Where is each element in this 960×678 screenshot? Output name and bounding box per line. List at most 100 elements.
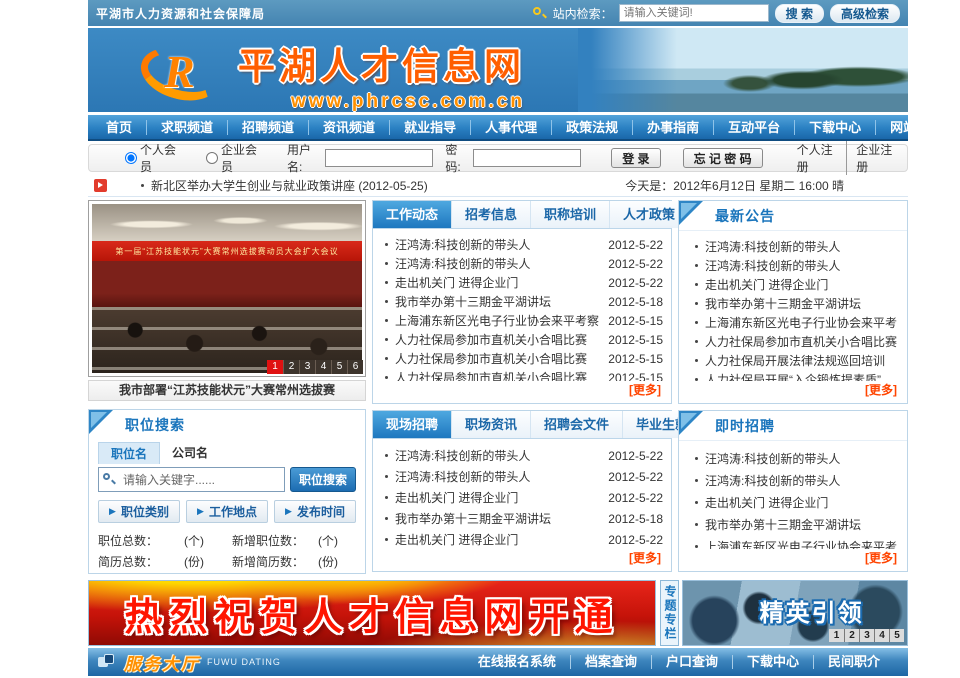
news-item[interactable]: 人力社保局参加市直机关小合唱比赛 2012-5-15 — [381, 349, 663, 368]
tab-job-name[interactable]: 职位名 — [98, 442, 160, 464]
filter-button[interactable]: ▶ 发布时间 — [274, 500, 356, 523]
bullet-icon — [385, 338, 388, 341]
news-item[interactable]: 人力社保局参加市直机关小合唱比赛 2012-5-15 — [381, 368, 663, 381]
tab-exam-info[interactable]: 招考信息 — [452, 201, 531, 228]
service-hall-icon — [98, 654, 116, 670]
notice-item[interactable]: 汪鸿涛:科技创新的带头人 — [687, 256, 899, 275]
news-item[interactable]: 走出机关门 进得企业门 2012-5-22 — [381, 273, 663, 292]
nav-item[interactable]: 办事指南 — [632, 120, 713, 135]
keyword-input[interactable] — [121, 472, 280, 488]
news-item[interactable]: 汪鸿涛:科技创新的带头人 2012-5-22 — [381, 445, 663, 466]
footer-link[interactable]: 民间职介 — [813, 655, 894, 669]
nav-item[interactable]: 人事代理 — [470, 120, 551, 135]
more-link[interactable]: [更多] — [373, 381, 671, 403]
footer-link[interactable]: 户口查询 — [651, 655, 732, 669]
recruit-item[interactable]: 汪鸿涛:科技创新的带头人 — [687, 447, 899, 469]
tab-title-training[interactable]: 职称培训 — [531, 201, 610, 228]
news-item[interactable]: 走出机关门 进得企业门 2012-5-22 — [381, 487, 663, 508]
news-item[interactable]: 人力社保局参加市直机关小合唱比赛 2012-5-15 — [381, 330, 663, 349]
recruit-item[interactable]: 上海浦东新区光电子行业协会来平考 — [687, 535, 899, 549]
nav-item[interactable]: 资讯频道 — [308, 120, 389, 135]
photo-caption-link[interactable]: 我市部署“江苏技能状元”大赛常州选拔赛 — [88, 380, 366, 401]
notice-item[interactable]: 我市举办第十三期金平湖讲坛 — [687, 294, 899, 313]
personal-register-link[interactable]: 个人注册 — [797, 141, 838, 175]
filter-button[interactable]: ▶ 工作地点 — [186, 500, 268, 523]
news-item[interactable]: 上海浦东新区光电子行业协会来平考察 2012-5-15 — [381, 311, 663, 330]
banner-page-button[interactable]: 1 — [829, 629, 844, 642]
recruit-item[interactable]: 我市举办第十三期金平湖讲坛 — [687, 513, 899, 535]
elite-banner[interactable]: 精英引领 12345 — [682, 580, 908, 646]
photo-slideshow[interactable]: 第一届“江苏技能状元”大赛常州选拔赛动员大会扩大会议 123456 — [88, 200, 366, 377]
forgot-password-button[interactable]: 忘 记 密 码 — [683, 148, 763, 168]
advanced-search-button[interactable]: 高级检索 — [830, 4, 900, 23]
notice-item[interactable]: 人力社保局参加市直机关小合唱比赛 — [687, 332, 899, 351]
job-search-button[interactable]: 职位搜索 — [290, 467, 356, 492]
corner-ribbon-icon — [89, 410, 113, 434]
site-search-input[interactable] — [619, 4, 769, 22]
member-type-company[interactable]: 企业会员 — [206, 141, 261, 175]
nav-item[interactable]: 求职频道 — [146, 120, 227, 135]
photo-page-button[interactable]: 3 — [299, 360, 315, 374]
recruit-item[interactable]: 走出机关门 进得企业门 — [687, 491, 899, 513]
banner-page-button[interactable]: 5 — [889, 629, 904, 642]
more-link[interactable]: [更多] — [679, 549, 907, 571]
more-link[interactable]: [更多] — [373, 549, 671, 571]
personal-member-radio[interactable] — [125, 152, 137, 164]
photo-banner-text: 第一届“江苏技能状元”大赛常州选拔赛动员大会扩大会议 — [92, 241, 362, 261]
photo-page-button[interactable]: 4 — [315, 360, 331, 374]
main-nav: 首页求职频道招聘频道资讯频道就业指导人事代理政策法规办事指南互动平台下载中心网站… — [88, 115, 908, 141]
footer-link[interactable]: 在线报名系统 — [464, 655, 570, 669]
company-member-radio[interactable] — [206, 152, 218, 164]
notice-title: 最新公告 — [715, 208, 775, 224]
bullet-icon — [695, 457, 698, 460]
notice-item[interactable]: 走出机关门 进得企业门 — [687, 275, 899, 294]
filter-label: 工作地点 — [209, 503, 257, 520]
login-button[interactable]: 登 录 — [611, 148, 660, 168]
tab-live-recruit[interactable]: 现场招聘 — [373, 411, 452, 438]
ticker-news-link[interactable]: 新北区举办大学生创业与就业政策讲座 (2012-05-25) — [151, 177, 428, 194]
news-item[interactable]: 我市举办第十三期金平湖讲坛 2012-5-18 — [381, 508, 663, 529]
tab-career-info[interactable]: 职场资讯 — [452, 411, 531, 438]
username-input[interactable] — [325, 149, 433, 167]
filter-label: 发布时间 — [297, 503, 345, 520]
nav-item[interactable]: 网站地图 — [875, 120, 956, 135]
nav-item[interactable]: 下载中心 — [794, 120, 875, 135]
banner-page-button[interactable]: 3 — [859, 629, 874, 642]
tab-fair-files[interactable]: 招聘会文件 — [531, 411, 623, 438]
photo-page-button[interactable]: 5 — [331, 360, 347, 374]
photo-page-button[interactable]: 2 — [283, 360, 299, 374]
nav-item[interactable]: 就业指导 — [389, 120, 470, 135]
bullet-icon — [695, 479, 698, 482]
photo-page-button[interactable]: 1 — [267, 360, 283, 374]
footer-link[interactable]: 档案查询 — [570, 655, 651, 669]
notice-item[interactable]: 汪鸿涛:科技创新的带头人 — [687, 237, 899, 256]
news-item[interactable]: 汪鸿涛:科技创新的带头人 2012-5-22 — [381, 466, 663, 487]
footer-link[interactable]: 下载中心 — [732, 655, 813, 669]
service-hall-title: 服务大厅 — [124, 650, 200, 675]
tab-work-news[interactable]: 工作动态 — [373, 201, 452, 228]
filter-button[interactable]: ▶ 职位类别 — [98, 500, 180, 523]
news-item[interactable]: 汪鸿涛:科技创新的带头人 2012-5-22 — [381, 235, 663, 254]
more-link[interactable]: [更多] — [679, 381, 907, 403]
tab-company-name[interactable]: 公司名 — [160, 442, 220, 464]
news-item[interactable]: 走出机关门 进得企业门 2012-5-22 — [381, 529, 663, 549]
banner-page-button[interactable]: 2 — [844, 629, 859, 642]
photo-page-button[interactable]: 6 — [347, 360, 363, 374]
news-item[interactable]: 我市举办第十三期金平湖讲坛 2012-5-18 — [381, 292, 663, 311]
nav-item[interactable]: 首页 — [92, 120, 146, 135]
search-button[interactable]: 搜 索 — [775, 4, 824, 23]
member-type-personal[interactable]: 个人会员 — [125, 141, 180, 175]
nav-item[interactable]: 招聘频道 — [227, 120, 308, 135]
nav-item[interactable]: 互动平台 — [713, 120, 794, 135]
news-item[interactable]: 汪鸿涛:科技创新的带头人 2012-5-22 — [381, 254, 663, 273]
notice-item[interactable]: 上海浦东新区光电子行业协会来平考 — [687, 313, 899, 332]
nav-item[interactable]: 政策法规 — [551, 120, 632, 135]
instant-recruit-panel: 即时招聘 汪鸿涛:科技创新的带头人 汪鸿涛:科技创新的带头人 走出机关门 进得企… — [678, 410, 908, 572]
recruit-item[interactable]: 汪鸿涛:科技创新的带头人 — [687, 469, 899, 491]
celebration-banner[interactable]: 热烈祝贺人才信息网开通 — [88, 580, 656, 646]
banner-page-button[interactable]: 4 — [874, 629, 889, 642]
notice-item[interactable]: 人力社保局开展法律法规巡回培训 — [687, 351, 899, 370]
company-register-link[interactable]: 企业注册 — [846, 141, 897, 175]
password-input[interactable] — [473, 149, 581, 167]
notice-item[interactable]: 人力社保局开展“入企锻炼提素质” — [687, 370, 899, 381]
